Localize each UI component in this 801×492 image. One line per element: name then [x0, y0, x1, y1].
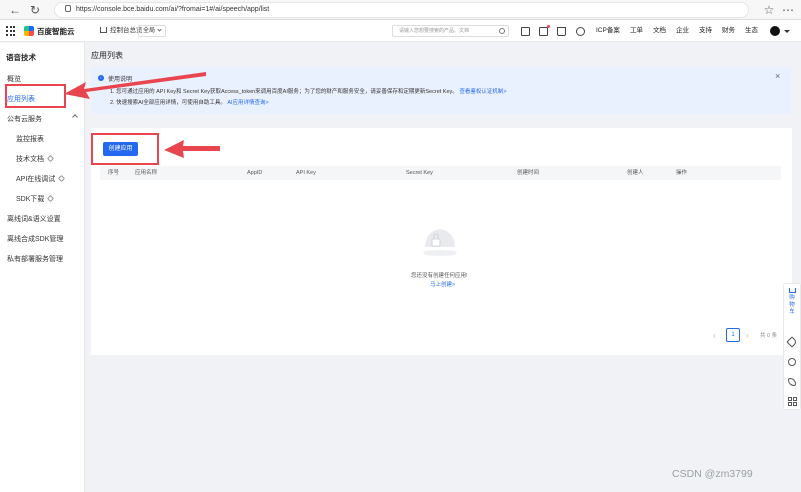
address-bar[interactable]: https://console.bce.baidu.com/ai/?fromai…: [54, 2, 749, 18]
nav-finance[interactable]: 财务: [722, 25, 735, 37]
reload-icon[interactable]: ↻: [28, 3, 42, 17]
cart-icon[interactable]: [557, 27, 566, 36]
sidebar-item-offline-words[interactable]: 离线词&语义设置: [7, 214, 61, 224]
cloud-logo-icon: [24, 26, 34, 36]
user-center-icon[interactable]: [576, 27, 585, 36]
watermark: CSDN @zm3799: [672, 468, 753, 480]
sidebar-item-label: API在线调试: [16, 176, 56, 183]
sidebar-item-api-debug[interactable]: API在线调试: [16, 174, 66, 184]
column-header: API Key: [296, 170, 316, 176]
account-caret-icon[interactable]: [784, 30, 790, 33]
sidebar-item-sdk-download[interactable]: SDK下载: [16, 194, 55, 204]
page-title: 应用列表: [91, 51, 123, 60]
back-icon[interactable]: ←: [8, 3, 22, 17]
region-value: 全局: [143, 28, 156, 34]
float-cart-button[interactable]: 购物车: [786, 288, 798, 316]
arrow-to-create-app: [164, 140, 220, 158]
column-header: 序号: [108, 170, 120, 176]
column-header: 操作: [676, 170, 688, 176]
dashboard-icon[interactable]: [521, 27, 530, 36]
sidebar-item-label: SDK下载: [16, 196, 45, 203]
external-link-icon: [58, 174, 66, 183]
nav-support[interactable]: 支持: [699, 25, 712, 37]
external-link-icon: [47, 194, 55, 203]
auth-mechanism-link[interactable]: 查看鉴权认证机制>: [459, 89, 506, 95]
highlight-box-app-list: [5, 84, 66, 108]
create-now-link[interactable]: 马上创建>: [430, 280, 455, 288]
column-header: Secret Key: [406, 170, 433, 176]
search-placeholder: 请输入您想要搜索的产品、文档: [399, 28, 470, 34]
apps-grid-icon[interactable]: [6, 26, 16, 36]
sidebar-item-public-cloud[interactable]: 公有云服务: [7, 114, 42, 124]
sidebar-item-label: 技术文档: [16, 156, 44, 163]
arrow-to-app-list: [64, 72, 206, 99]
page-number[interactable]: 1: [726, 328, 740, 342]
sidebar-title: 语音技术: [6, 53, 36, 62]
next-page-icon[interactable]: ›: [746, 331, 749, 340]
notification-dot: [547, 25, 550, 28]
nav-docs[interactable]: 文档: [653, 25, 666, 37]
column-header: 创建时间: [517, 170, 540, 176]
favorite-icon[interactable]: ☆: [762, 3, 776, 17]
nav-ecosystem[interactable]: 生态: [745, 25, 758, 37]
float-cart-label: 购物车: [789, 295, 795, 315]
search-input[interactable]: 请输入您想要搜索的产品、文档: [392, 25, 509, 37]
sidebar-item-private-deploy[interactable]: 私有部署服务管理: [7, 254, 63, 264]
url-text: https://console.bce.baidu.com/ai/?fromai…: [76, 6, 270, 13]
nav-ticket[interactable]: 工单: [630, 25, 643, 37]
home-icon: [100, 27, 107, 33]
column-header: 应用名称: [135, 170, 158, 176]
sidebar-item-offline-sdk[interactable]: 离线合成SDK管理: [7, 234, 63, 244]
nav-enterprise[interactable]: 企业: [676, 25, 689, 37]
column-header: AppID: [247, 170, 263, 176]
avatar[interactable]: [770, 26, 780, 36]
empty-state-icon: [423, 229, 457, 256]
prev-page-icon[interactable]: ‹: [713, 331, 716, 340]
more-icon[interactable]: ⋯: [781, 3, 795, 17]
search-icon[interactable]: [499, 28, 505, 34]
sidebar-item-monitoring[interactable]: 监控报表: [16, 134, 44, 144]
lock-icon: [65, 5, 71, 12]
close-icon[interactable]: ×: [775, 71, 780, 81]
external-link-icon: [46, 154, 55, 163]
sidebar-item-tech-docs[interactable]: 技术文档: [16, 154, 55, 164]
help-icon[interactable]: [788, 358, 796, 366]
message-icon[interactable]: [539, 25, 550, 36]
chevron-down-icon: [157, 27, 162, 32]
brand-name: 百度智能云: [37, 26, 75, 36]
sidebar-item-overview[interactable]: 概览: [7, 74, 21, 84]
column-header: 创建人: [627, 170, 644, 176]
pagination-total: 共 0 条: [760, 333, 778, 339]
cart-icon: [788, 288, 796, 293]
nav-icp[interactable]: ICP备案: [596, 25, 620, 37]
region-select[interactable]: 全局: [138, 25, 166, 37]
annotation-arrows: [64, 72, 220, 158]
brand-logo[interactable]: 百度智能云: [24, 25, 75, 37]
empty-state-text: 您还没有创建任何应用!: [411, 273, 468, 279]
console-home-link[interactable]: 控制台总览: [100, 26, 143, 36]
app-detail-query-link[interactable]: AI应用详情查询>: [227, 100, 268, 106]
qr-grid-icon[interactable]: [788, 397, 797, 406]
